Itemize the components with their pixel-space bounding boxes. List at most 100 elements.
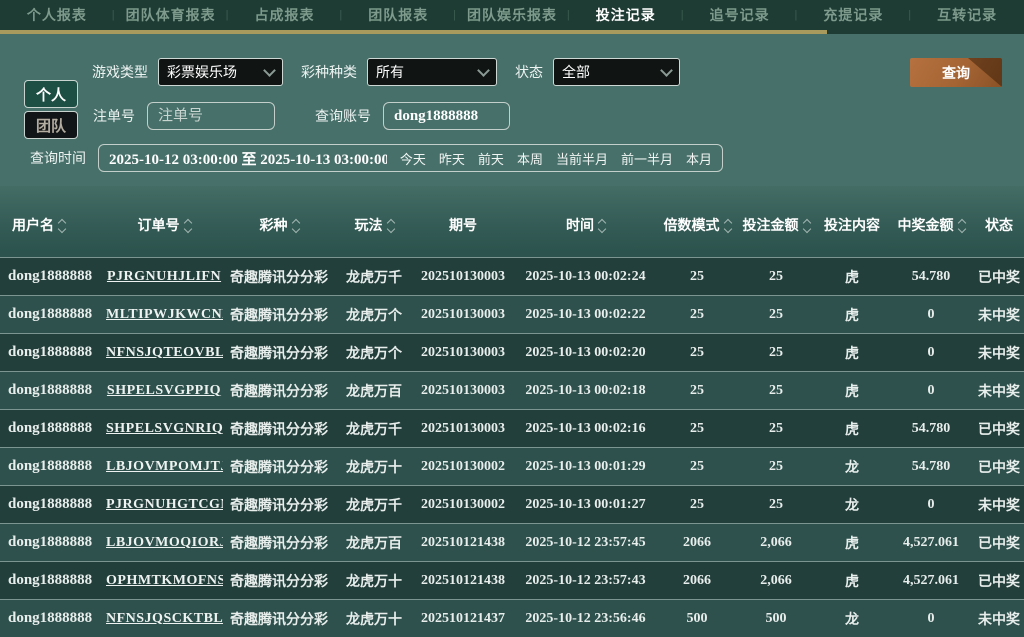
column-label: 倍数模式	[664, 217, 720, 233]
game-type-select[interactable]: 彩票娱乐场	[158, 58, 283, 86]
cell-lottery: 奇趣腾讯分分彩	[223, 600, 335, 637]
cell-issue: 202510130003	[413, 372, 513, 410]
table-row: dong1888888LBJOVMOQIORJ奇趣腾讯分分彩龙虎万百202510…	[0, 524, 1024, 562]
column-header-time[interactable]: 时间	[513, 186, 658, 258]
cell-issue: 202510130003	[413, 334, 513, 372]
table-row: dong1888888SHPELSVGNRIQ奇趣腾讯分分彩龙虎万千202510…	[0, 410, 1024, 448]
cell-time: 2025-10-13 00:02:24	[513, 258, 658, 296]
order-no-link[interactable]: SHPELSVGPPIQ	[107, 383, 221, 398]
order-no-link[interactable]: OPHMTKMOFNSM	[106, 573, 223, 588]
table-header-row: 用户名订单号彩种玩法期号时间倍数模式投注金额投注内容中奖金额状态	[0, 186, 1024, 258]
cell-order-no: PJRGNUHJLIFN	[105, 258, 223, 296]
filter-row-time: 查询时间 2025-10-12 03:00:00 至 2025-10-13 03…	[30, 144, 723, 172]
nav-tab-0[interactable]: 个人报表	[0, 0, 114, 30]
cell-username: dong1888888	[0, 410, 105, 448]
cell-status: 未中奖	[974, 486, 1024, 524]
cell-username: dong1888888	[0, 334, 105, 372]
column-header-username[interactable]: 用户名	[0, 186, 105, 258]
column-header-win-amount[interactable]: 中奖金额	[888, 186, 974, 258]
top-nav: 个人报表团队体育报表占成报表团队报表团队娱乐报表投注记录追号记录充提记录互转记录	[0, 0, 1024, 30]
cell-time: 2025-10-13 00:01:27	[513, 486, 658, 524]
quick-range-0[interactable]: 今天	[400, 149, 426, 168]
column-label: 投注内容	[824, 217, 880, 233]
scope-personal-button[interactable]: 个人	[24, 80, 78, 108]
quick-range-2[interactable]: 前天	[478, 149, 504, 168]
column-label: 玩法	[355, 217, 383, 233]
order-no-link[interactable]: SHPELSVGNRIQ	[106, 421, 223, 436]
cell-bet-content: 虎	[816, 562, 888, 600]
cell-bet-amount: 25	[736, 258, 816, 296]
cell-time: 2025-10-13 00:01:29	[513, 448, 658, 486]
quick-range-1[interactable]: 昨天	[439, 149, 465, 168]
column-header-lottery[interactable]: 彩种	[223, 186, 335, 258]
time-range-value[interactable]: 2025-10-12 03:00:00 至 2025-10-13 03:00:0…	[109, 148, 387, 169]
quick-range-3[interactable]: 本周	[517, 149, 543, 168]
cell-order-no: OPHMTKMOFNSM	[105, 562, 223, 600]
nav-tab-2[interactable]: 占成报表	[228, 0, 342, 30]
cell-win-amount: 54.780	[888, 258, 974, 296]
cell-time: 2025-10-12 23:57:45	[513, 524, 658, 562]
cell-multiple-mode: 500	[658, 600, 736, 637]
cell-username: dong1888888	[0, 486, 105, 524]
cell-bet-content: 虎	[816, 372, 888, 410]
column-header-multiple-mode[interactable]: 倍数模式	[658, 186, 736, 258]
column-header-order-no[interactable]: 订单号	[105, 186, 223, 258]
order-no-link[interactable]: MLTIPWJKWCNK	[106, 307, 223, 322]
cell-play: 龙虎万百	[335, 524, 413, 562]
account-input[interactable]	[383, 102, 510, 130]
nav-tab-1[interactable]: 团队体育报表	[114, 0, 228, 30]
status-label: 状态	[515, 62, 543, 82]
cell-status: 已中奖	[974, 562, 1024, 600]
table-row: dong1888888PJRGNUHGTCGN奇趣腾讯分分彩龙虎万千202510…	[0, 486, 1024, 524]
sort-icon	[804, 220, 810, 232]
cell-bet-amount: 25	[736, 486, 816, 524]
cell-order-no: LBJOVMPOMJTJ	[105, 448, 223, 486]
scope-team-button[interactable]: 团队	[24, 111, 78, 139]
cell-bet-content: 虎	[816, 296, 888, 334]
column-label: 订单号	[138, 217, 180, 233]
sort-icon	[725, 220, 731, 232]
cell-time: 2025-10-13 00:02:18	[513, 372, 658, 410]
order-no-link[interactable]: PJRGNUHJLIFN	[107, 269, 221, 284]
cell-bet-content: 龙	[816, 486, 888, 524]
order-no-link[interactable]: LBJOVMOQIORJ	[106, 535, 223, 550]
cell-multiple-mode: 25	[658, 296, 736, 334]
nav-tab-3[interactable]: 团队报表	[341, 0, 455, 30]
nav-tab-5[interactable]: 投注记录	[569, 0, 683, 30]
cell-play: 龙虎万个	[335, 296, 413, 334]
order-no-input[interactable]	[147, 102, 275, 130]
nav-tab-6[interactable]: 追号记录	[683, 0, 797, 30]
cell-order-no: SHPELSVGNRIQ	[105, 410, 223, 448]
cell-issue: 202510130003	[413, 410, 513, 448]
nav-tab-7[interactable]: 充提记录	[796, 0, 910, 30]
quick-range-5[interactable]: 前一半月	[621, 149, 673, 168]
time-range-box[interactable]: 2025-10-12 03:00:00 至 2025-10-13 03:00:0…	[98, 144, 723, 172]
quick-range-6[interactable]: 本月	[686, 149, 712, 168]
cell-lottery: 奇趣腾讯分分彩	[223, 334, 335, 372]
sort-icon	[599, 220, 605, 232]
lottery-kind-select[interactable]: 所有	[367, 58, 497, 86]
cell-play: 龙虎万千	[335, 410, 413, 448]
column-label: 用户名	[12, 217, 54, 233]
nav-tab-4[interactable]: 团队娱乐报表	[455, 0, 569, 30]
nav-tab-8[interactable]: 互转记录	[910, 0, 1024, 30]
cell-username: dong1888888	[0, 296, 105, 334]
column-header-bet-amount[interactable]: 投注金额	[736, 186, 816, 258]
cell-lottery: 奇趣腾讯分分彩	[223, 258, 335, 296]
column-header-status: 状态	[974, 186, 1024, 258]
cell-win-amount: 0	[888, 334, 974, 372]
cell-username: dong1888888	[0, 562, 105, 600]
column-header-play[interactable]: 玩法	[335, 186, 413, 258]
order-no-link[interactable]: LBJOVMPOMJTJ	[106, 459, 223, 474]
order-no-link[interactable]: NFNSJQTEOVBL	[106, 345, 223, 360]
cell-status: 已中奖	[974, 524, 1024, 562]
table-row: dong1888888NFNSJQTEOVBL奇趣腾讯分分彩龙虎万个202510…	[0, 334, 1024, 372]
quick-range-4[interactable]: 当前半月	[556, 149, 608, 168]
search-button[interactable]: 查询	[910, 58, 1002, 87]
order-no-link[interactable]: PJRGNUHGTCGN	[106, 497, 223, 512]
cell-multiple-mode: 25	[658, 258, 736, 296]
cell-bet-amount: 2,066	[736, 562, 816, 600]
cell-lottery: 奇趣腾讯分分彩	[223, 486, 335, 524]
status-select[interactable]: 全部	[553, 58, 680, 86]
cell-play: 龙虎万十	[335, 448, 413, 486]
